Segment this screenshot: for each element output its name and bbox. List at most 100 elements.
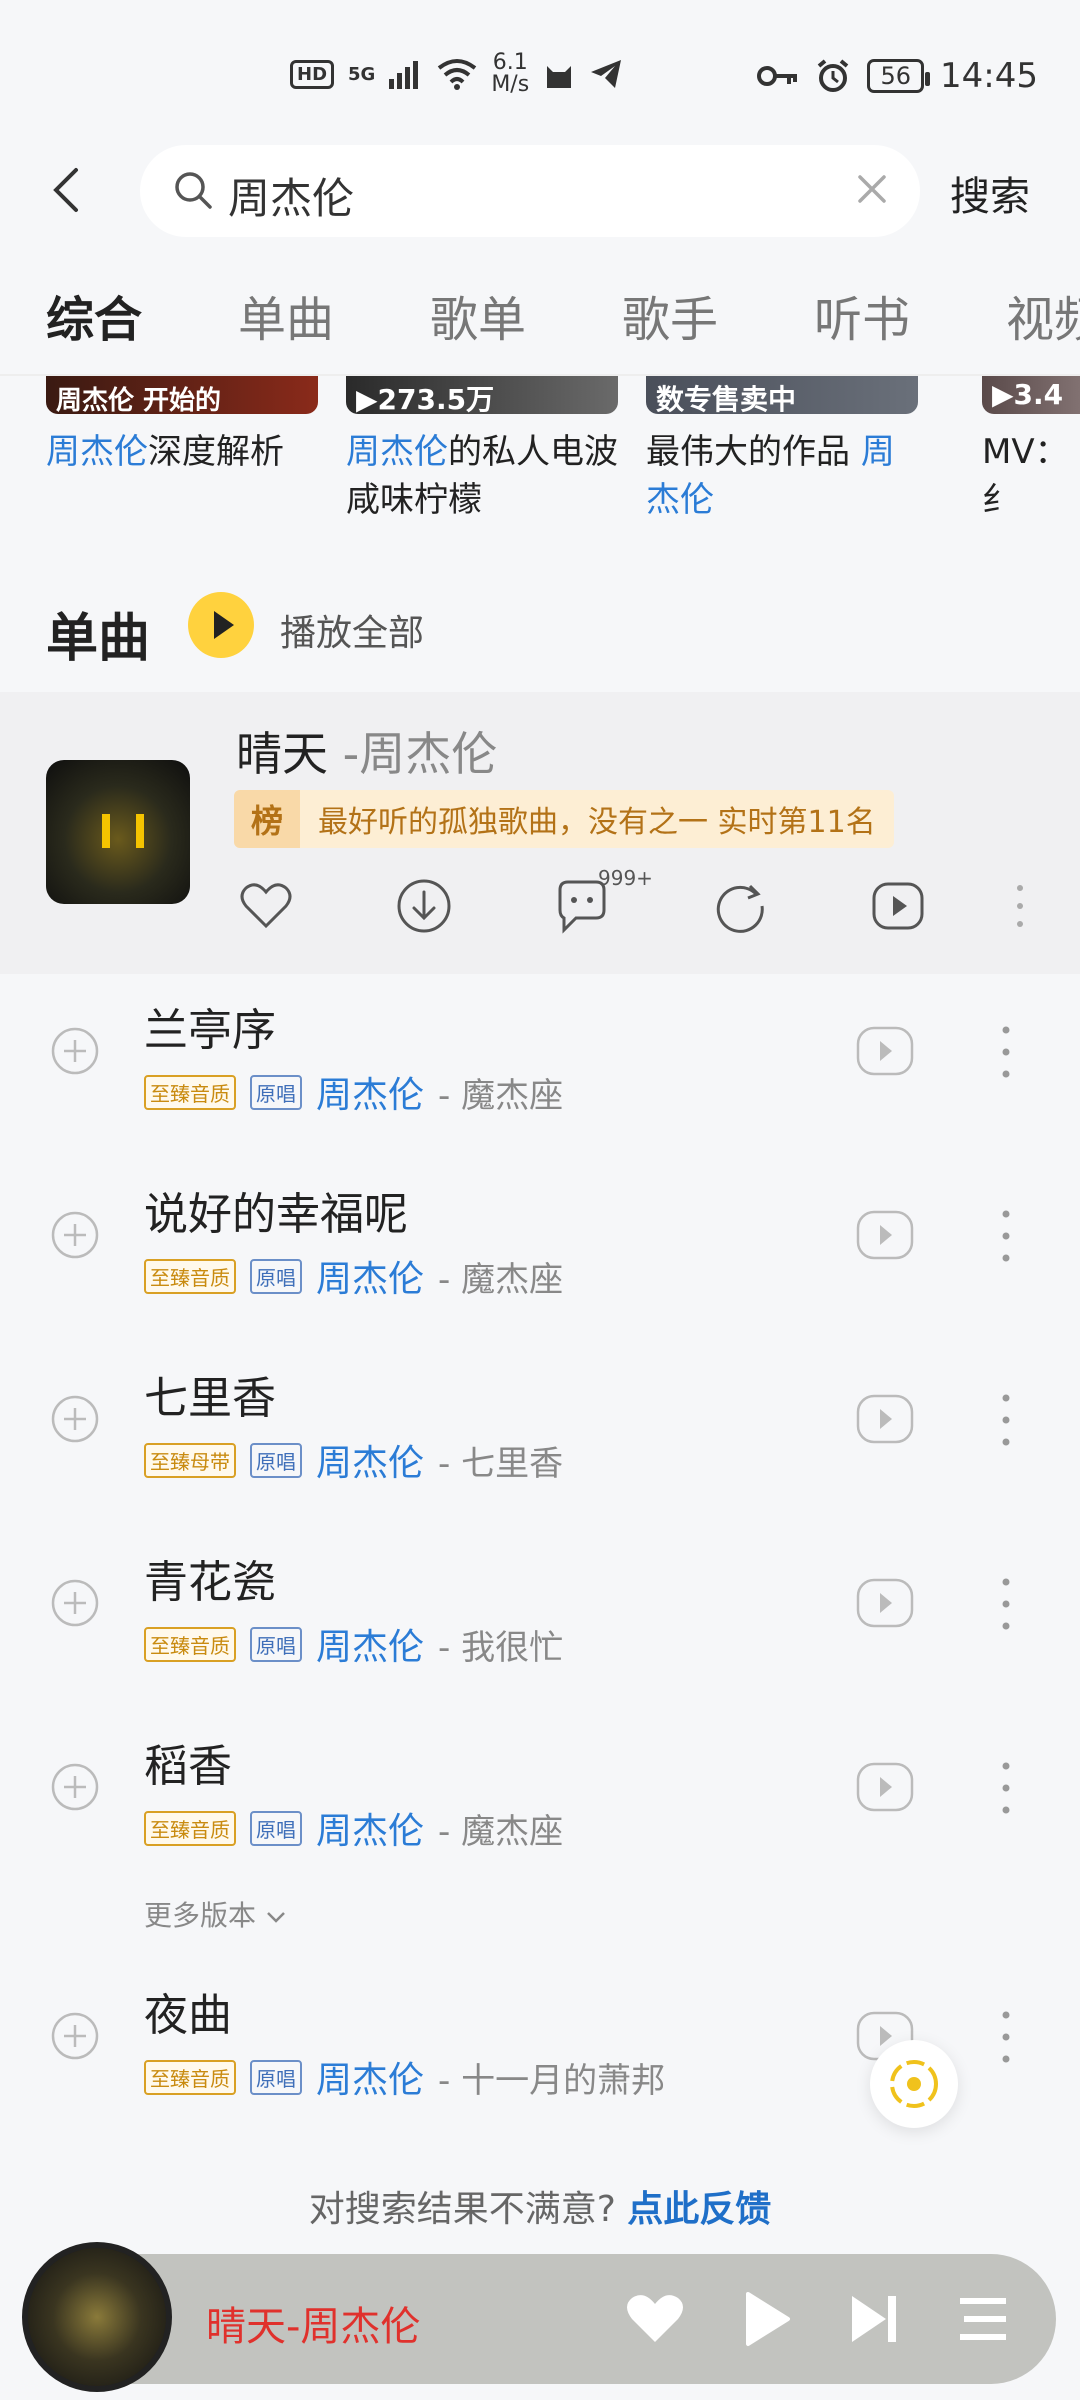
more-versions-label: 更多版本 — [144, 1899, 257, 1932]
song-artist[interactable]: 周杰伦 — [316, 1250, 424, 1302]
add-icon[interactable] — [50, 1026, 100, 1076]
song-row[interactable]: 稻香 至臻音质 原唱 周杰伦 - 魔杰座 — [0, 1706, 1080, 1890]
quality-badge: 至臻音质 — [144, 1626, 236, 1662]
more-icon[interactable] — [998, 1390, 1014, 1450]
tab-singles[interactable]: 单曲 — [238, 280, 334, 350]
next-icon[interactable] — [842, 2286, 908, 2352]
playlist-icon[interactable] — [950, 2286, 1016, 2352]
comment-button[interactable]: 999+ — [552, 866, 653, 936]
related-title-rest: 深度解析 — [148, 432, 284, 472]
play-icon[interactable] — [732, 2286, 798, 2352]
song-artist[interactable]: 周杰伦 — [316, 1802, 424, 1854]
album-cover — [46, 760, 190, 904]
related-thumb-text: ▶273.5万 — [356, 383, 495, 414]
search-input[interactable]: 周杰伦 — [140, 145, 920, 237]
top-result-card[interactable]: 晴天 -周杰伦 榜 最好听的孤独歌曲，没有之一 实时第11名 999+ — [0, 692, 1080, 974]
play-all-label[interactable]: 播放全部 — [280, 604, 424, 656]
tab-videos[interactable]: 视频 — [1006, 280, 1080, 350]
related-thumb: ▶273.5万 — [346, 376, 618, 414]
add-icon[interactable] — [50, 1394, 100, 1444]
song-title: 说好的幸福呢 — [144, 1189, 408, 1240]
locate-icon — [890, 2060, 938, 2108]
song-artist[interactable]: 周杰伦 — [316, 1434, 424, 1486]
song-artist[interactable]: 周杰伦 — [316, 1066, 424, 1118]
add-icon[interactable] — [50, 1762, 100, 1812]
tab-audiobooks[interactable]: 听书 — [814, 280, 910, 350]
related-title-rest: 最伟大的作品 — [646, 432, 861, 472]
video-play-icon[interactable] — [856, 1026, 914, 1076]
chevron-down-icon — [267, 1912, 285, 1923]
status-bar: HD 5G 6.1 M/s 56 14:45 — [0, 0, 1080, 140]
back-icon[interactable] — [42, 160, 102, 220]
more-versions-link[interactable]: 更多版本 — [144, 1894, 287, 1934]
tab-playlists[interactable]: 歌单 — [430, 280, 526, 350]
heart-icon[interactable] — [622, 2286, 688, 2352]
related-card[interactable]: ▶273.5万 周杰伦的私人电波 咸味柠檬 — [346, 376, 618, 524]
download-icon[interactable] — [394, 876, 454, 936]
related-title: 周杰伦深度解析 — [46, 428, 318, 476]
comment-count: 999+ — [598, 866, 653, 890]
search-button[interactable]: 搜索 — [950, 164, 1030, 222]
video-play-icon[interactable] — [856, 1578, 914, 1628]
wifi-icon — [438, 59, 477, 90]
feedback-row: 对搜索结果不满意? 点此反馈 — [0, 2180, 1080, 2232]
related-card[interactable]: 周杰伦 开始的 周杰伦深度解析 — [46, 376, 318, 476]
share-icon[interactable] — [710, 876, 770, 936]
net-speed: 6.1 M/s — [491, 52, 529, 96]
net-speed-value: 6.1 — [492, 50, 528, 75]
song-album: - 魔杰座 — [438, 1075, 564, 1116]
related-thumb: 周杰伦 开始的 — [46, 376, 318, 414]
song-title: 青花瓷 — [144, 1557, 276, 1608]
song-row[interactable]: 七里香 至臻母带 原唱 周杰伦 - 七里香 — [0, 1338, 1080, 1522]
original-badge: 原唱 — [250, 1810, 302, 1846]
quality-badge: 至臻音质 — [144, 2059, 236, 2095]
related-title: 周杰伦的私人电波 咸味柠檬 — [346, 428, 618, 524]
video-play-icon[interactable] — [856, 1394, 914, 1444]
signal-label: 5G — [348, 63, 376, 85]
net-speed-unit: M/s — [491, 72, 530, 97]
song-meta: 至臻音质 原唱 周杰伦 - 魔杰座 — [144, 1802, 563, 1854]
related-thumb-text: ▶3.4 — [992, 378, 1064, 411]
add-icon[interactable] — [50, 1578, 100, 1628]
song-artist[interactable]: 周杰伦 — [316, 1618, 424, 1670]
clear-icon[interactable] — [848, 165, 896, 213]
song-row[interactable]: 青花瓷 至臻音质 原唱 周杰伦 - 我很忙 — [0, 1522, 1080, 1706]
add-icon[interactable] — [50, 1210, 100, 1260]
rank-text: 最好听的孤独歌曲，没有之一 实时第11名 — [318, 805, 876, 840]
song-row[interactable]: 说好的幸福呢 至臻音质 原唱 周杰伦 - 魔杰座 — [0, 1154, 1080, 1338]
more-icon[interactable] — [998, 1206, 1014, 1266]
now-playing-title[interactable]: 晴天-周杰伦 — [206, 2294, 420, 2352]
more-icon[interactable] — [998, 2007, 1014, 2067]
mini-player[interactable]: 晴天-周杰伦 — [22, 2242, 1056, 2392]
song-row[interactable]: 兰亭序 至臻音质 原唱 周杰伦 - 魔杰座 — [0, 970, 1080, 1154]
battery-indicator: 56 — [867, 59, 930, 93]
rank-banner[interactable]: 榜 最好听的孤独歌曲，没有之一 实时第11名 — [234, 790, 894, 848]
telegram-icon — [591, 60, 622, 88]
tab-all[interactable]: 综合 — [46, 280, 143, 350]
music-search-screen: HD 5G 6.1 M/s 56 14:45 周杰伦 搜索 综合 单曲 歌单 歌… — [0, 0, 1080, 2400]
player-cover[interactable] — [22, 2242, 172, 2392]
tab-artists[interactable]: 歌手 — [622, 280, 718, 350]
song-artist[interactable]: 周杰伦 — [316, 2051, 424, 2103]
feedback-link[interactable]: 点此反馈 — [627, 2189, 771, 2230]
play-all-button[interactable] — [188, 592, 254, 658]
song-album: - 七里香 — [438, 1443, 564, 1484]
related-card[interactable]: ▶3.4 MV：纟 — [982, 376, 1080, 524]
video-play-icon[interactable] — [856, 1762, 914, 1812]
top-result-title: 晴天 -周杰伦 — [236, 718, 497, 784]
more-icon[interactable] — [1012, 876, 1028, 936]
alarm-icon — [818, 59, 849, 92]
like-icon[interactable] — [236, 876, 296, 936]
more-icon[interactable] — [998, 1758, 1014, 1818]
song-title: 兰亭序 — [144, 1005, 276, 1056]
original-badge: 原唱 — [250, 2059, 302, 2095]
more-icon[interactable] — [998, 1574, 1014, 1634]
related-card[interactable]: 数专售卖中 最伟大的作品 周杰伦 — [646, 376, 918, 524]
song-title: 稻香 — [144, 1741, 232, 1792]
song-meta: 至臻音质 原唱 周杰伦 - 魔杰座 — [144, 1250, 563, 1302]
video-play-icon[interactable] — [868, 876, 928, 936]
video-play-icon[interactable] — [856, 1210, 914, 1260]
more-icon[interactable] — [998, 1022, 1014, 1082]
add-icon[interactable] — [50, 2011, 100, 2061]
locate-playing-button[interactable] — [870, 2040, 958, 2128]
